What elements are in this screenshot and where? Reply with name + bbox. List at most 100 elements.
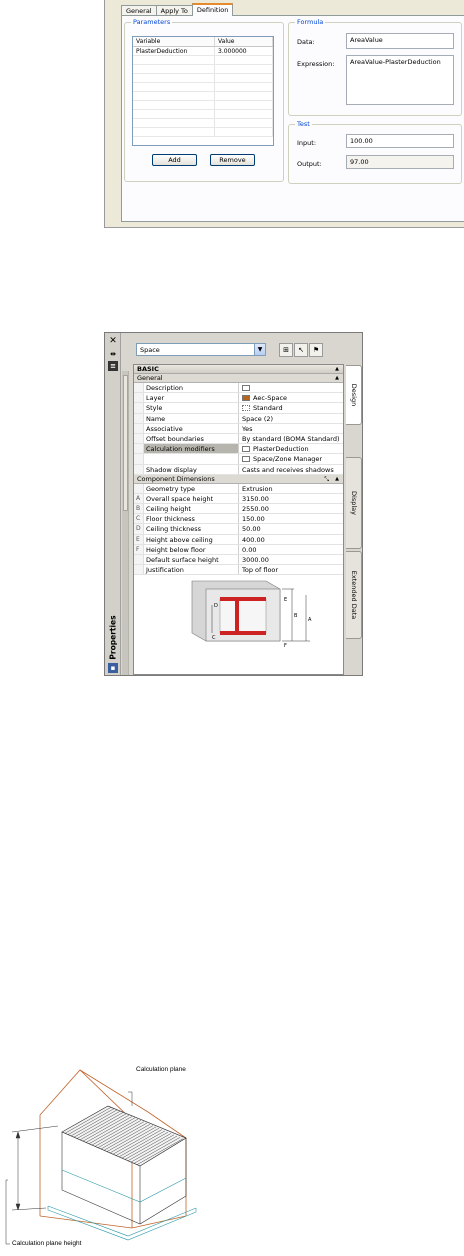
close-icon[interactable]: ✕ — [108, 336, 118, 346]
quick-select-icon[interactable]: ⊞ — [279, 343, 293, 357]
property-row-height-below-floor[interactable]: F Height below floor 0.00 — [134, 544, 343, 555]
property-value[interactable]: 0.00 — [239, 545, 343, 554]
property-value[interactable]: PlasterDeduction — [239, 444, 343, 453]
tab-design[interactable]: Design — [346, 365, 362, 425]
table-row — [133, 128, 273, 137]
expression-field[interactable]: AreaValue-PlasterDeduction — [346, 55, 454, 105]
property-row-ceiling-thickness[interactable]: D Ceiling thickness 50.00 — [134, 524, 343, 535]
manager-icon[interactable] — [242, 456, 250, 463]
tab-definition[interactable]: Definition — [191, 3, 234, 16]
subcategory-general[interactable]: General ▲ — [134, 374, 343, 383]
property-value[interactable]: 150.00 — [239, 514, 343, 523]
property-name: Offset boundaries — [144, 433, 239, 444]
palette-title: Properties — [108, 615, 118, 660]
parameters-grid[interactable]: Variable Value PlasterDeduction 3.000000 — [132, 36, 274, 146]
select-objects-icon[interactable]: ↖ — [294, 343, 308, 357]
scroll-thumb[interactable] — [123, 375, 128, 511]
space-isometric-drawing — [5, 1069, 197, 1245]
category-basic[interactable]: BASIC ▲ — [134, 365, 343, 374]
property-value[interactable] — [239, 383, 343, 392]
palette-menu-icon[interactable]: ≡ — [108, 361, 118, 371]
table-row — [133, 101, 273, 110]
text-editor-icon[interactable] — [242, 385, 250, 391]
property-name: Ceiling thickness — [144, 524, 239, 534]
parameter-value-cell[interactable]: 3.000000 — [215, 47, 273, 55]
property-row-shadow-display[interactable]: Shadow display Casts and receives shadow… — [134, 464, 343, 475]
property-value[interactable]: 2550.00 — [239, 504, 343, 513]
property-row-offset-boundaries[interactable]: Offset boundaries By standard (BOMA Stan… — [134, 433, 343, 445]
formula-group: Formula Data: AreaValue Expression: Area… — [288, 18, 462, 116]
property-row-overall-space-height[interactable]: A Overall space height 3150.00 — [134, 493, 343, 505]
column-header-value[interactable]: Value — [215, 37, 273, 46]
table-row — [133, 56, 273, 65]
property-value[interactable]: By standard (BOMA Standard) — [239, 434, 343, 443]
property-row-height-above-ceiling[interactable]: E Height above ceiling 400.00 — [134, 534, 343, 545]
property-value[interactable]: 400.00 — [239, 535, 343, 544]
data-field[interactable]: AreaValue — [346, 33, 454, 49]
property-value[interactable]: 3000.00 — [239, 555, 343, 564]
dimension-marker: F — [134, 544, 144, 554]
property-name: Overall space height — [144, 493, 239, 504]
test-input-field[interactable]: 100.00 — [346, 134, 454, 148]
tab-extended-data[interactable]: Extended Data — [346, 551, 362, 639]
palette-info-icon[interactable]: ▪ — [108, 663, 118, 673]
remove-button[interactable]: Remove — [210, 154, 255, 166]
property-value[interactable]: Extrusion — [239, 484, 343, 493]
tab-display[interactable]: Display — [346, 457, 362, 549]
chevron-down-icon[interactable]: ▼ — [254, 344, 265, 355]
table-row — [133, 110, 273, 119]
list-icon[interactable] — [242, 446, 250, 453]
test-group: Test Input: 100.00 Output: 97.00 — [288, 120, 462, 184]
diagram-letter-a: A — [308, 617, 312, 623]
property-name: Calculation modifiers — [144, 444, 239, 454]
property-row-ceiling-height[interactable]: B Ceiling height 2550.00 — [134, 504, 343, 515]
space-zone-manager-link[interactable]: Space/Zone Manager — [253, 455, 322, 463]
property-row-name[interactable]: Name Space (2) — [134, 413, 343, 424]
property-value[interactable]: 3150.00 — [239, 494, 343, 503]
property-row-geometry-type[interactable]: Geometry type Extrusion — [134, 483, 343, 494]
object-type-select[interactable]: Space ▼ — [136, 343, 266, 356]
property-value[interactable]: Top of floor — [239, 565, 343, 574]
property-value[interactable]: Casts and receives shadows — [239, 465, 343, 474]
property-value[interactable]: Yes — [239, 424, 343, 433]
add-button[interactable]: Add — [152, 154, 197, 166]
collapse-icon[interactable]: ▲ — [335, 475, 339, 484]
calculation-plane-illustration: Calculation plane Calculation plane heig… — [0, 1020, 300, 1256]
palette-scrollbar[interactable] — [122, 371, 129, 675]
test-output-field: 97.00 — [346, 155, 454, 169]
toggle-pickadd-icon[interactable]: ⚑ — [309, 343, 323, 357]
collapse-icon[interactable]: ▲ — [335, 365, 339, 374]
table-row — [133, 92, 273, 101]
space-calculation-dialog: General Apply To Definition Parameters V… — [104, 0, 464, 228]
property-row-justification[interactable]: Justification Top of floor — [134, 565, 343, 576]
property-name: Description — [144, 383, 239, 393]
edit-dimensions-icon[interactable]: ⤡ — [324, 475, 329, 484]
property-value[interactable]: Standard — [239, 403, 343, 412]
collapse-icon[interactable]: ▲ — [335, 374, 339, 383]
dimension-marker: A — [134, 493, 144, 504]
property-row-associative[interactable]: Associative Yes — [134, 423, 343, 434]
calculation-modifier-value: PlasterDeduction — [253, 445, 309, 454]
property-value[interactable]: Space (2) — [239, 414, 343, 423]
property-value[interactable]: Space/Zone Manager — [239, 454, 343, 463]
subcategory-component-dimensions-label: Component Dimensions — [137, 474, 215, 483]
parameter-variable-cell[interactable]: PlasterDeduction — [133, 47, 215, 55]
property-row-calculation-modifiers[interactable]: Calculation modifiers PlasterDeduction — [134, 444, 343, 455]
table-row[interactable]: PlasterDeduction 3.000000 — [133, 47, 273, 56]
autohide-icon[interactable]: ⇹ — [108, 349, 118, 359]
subcategory-component-dimensions[interactable]: Component Dimensions ⤡ ▲ — [134, 474, 343, 484]
parameters-group: Parameters Variable Value PlasterDeducti… — [124, 18, 284, 182]
property-row-description[interactable]: Description — [134, 383, 343, 394]
property-row-floor-thickness[interactable]: C Floor thickness 150.00 — [134, 514, 343, 525]
property-row-default-surface-height[interactable]: Default surface height 3000.00 — [134, 555, 343, 566]
column-header-variable[interactable]: Variable — [133, 37, 215, 46]
property-name — [144, 454, 239, 464]
property-row-style[interactable]: Style Standard — [134, 403, 343, 414]
diagram-letter-c: C — [212, 635, 216, 641]
property-value[interactable]: 50.00 — [239, 524, 343, 533]
property-value[interactable]: Aec-Space — [239, 393, 343, 402]
property-row-space-zone-manager[interactable]: Space/Zone Manager — [134, 454, 343, 465]
property-sheet: BASIC ▲ General ▲ Description Layer Aec-… — [133, 364, 344, 675]
properties-palette: ✕ ⇹ ≡ Properties ▪ Space ▼ ⊞ ↖ ⚑ BASIC ▲… — [104, 332, 363, 676]
property-row-layer[interactable]: Layer Aec-Space — [134, 393, 343, 404]
